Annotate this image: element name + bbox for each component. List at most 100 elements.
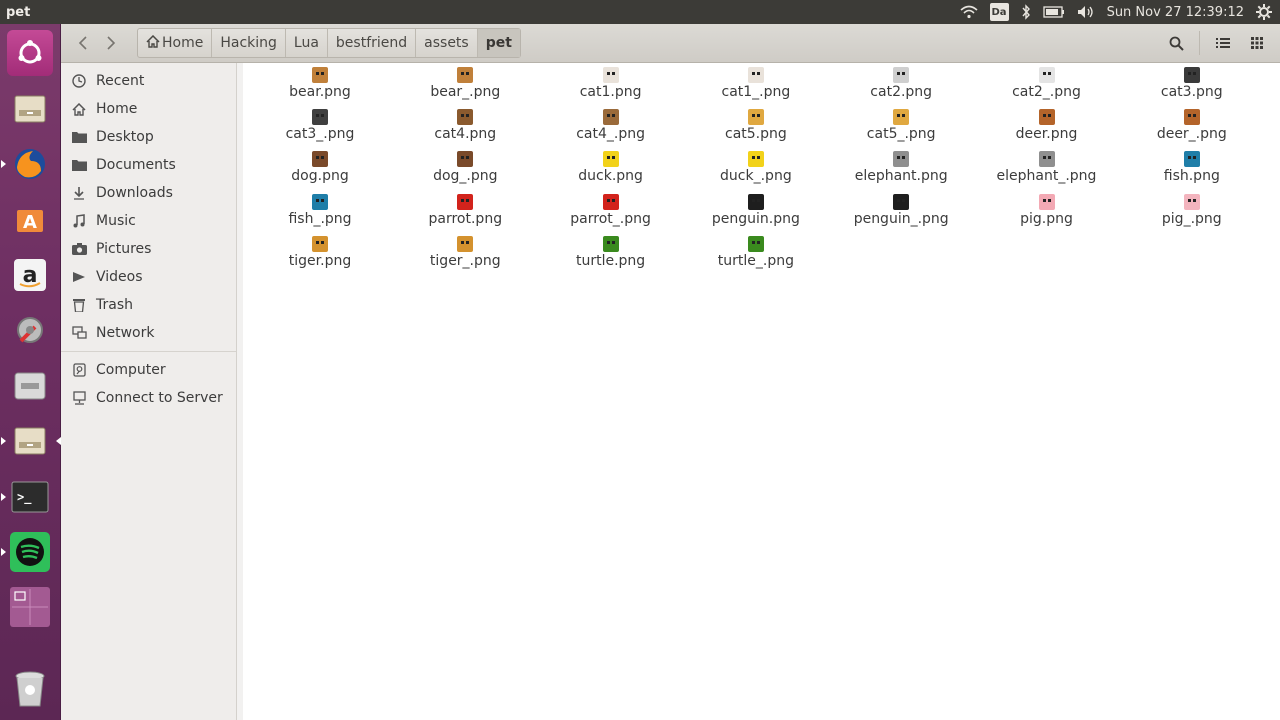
file-item[interactable]: pig.png [977, 193, 1117, 234]
launcher-software-center-button[interactable]: A [5, 194, 55, 244]
file-item[interactable]: deer.png [977, 109, 1117, 149]
file-item[interactable]: cat2.png [831, 67, 971, 107]
file-name: cat2.png [870, 84, 933, 100]
sidebar-item-home[interactable]: Home [61, 95, 236, 123]
file-name: cat3_.png [285, 126, 355, 143]
file-item[interactable]: fish.png [1122, 151, 1262, 191]
sidebar-item-connect-to-server[interactable]: Connect to Server [61, 384, 236, 412]
file-item[interactable]: parrot_.png [541, 193, 681, 234]
launcher-workspace-switcher-button[interactable] [5, 582, 55, 632]
file-item[interactable]: cat2_.png [977, 67, 1117, 107]
system-settings-icon [7, 307, 53, 353]
launcher-files-active-button[interactable] [1, 416, 61, 466]
sidebar-item-label: Computer [96, 362, 166, 378]
toolbar: Home Hacking Lua bestfriend assets pet [61, 24, 1280, 63]
sidebar-item-desktop[interactable]: Desktop [61, 123, 236, 151]
file-item[interactable]: bear.png [250, 67, 390, 107]
clock-indicator[interactable]: Sun Nov 27 12:39:12 [1107, 3, 1244, 21]
breadcrumb-label: assets [424, 35, 469, 51]
file-item[interactable]: penguin.png [686, 193, 826, 234]
keyboard-layout-indicator[interactable]: Da [989, 3, 1009, 21]
image-thumbnail-icon [602, 193, 619, 210]
file-item[interactable]: cat1_.png [686, 67, 826, 107]
launcher-backups-button[interactable] [5, 361, 55, 411]
session-gear-icon[interactable] [1256, 3, 1272, 21]
bluetooth-icon[interactable] [1021, 3, 1031, 21]
launcher-terminal-button[interactable]: >_ [1, 472, 55, 522]
sidebar-item-videos[interactable]: Videos [61, 263, 236, 291]
file-item[interactable]: dog.png [250, 151, 390, 191]
back-button[interactable] [69, 29, 97, 57]
file-item[interactable]: elephant.png [831, 151, 971, 191]
forward-button[interactable] [97, 29, 125, 57]
sidebar-item-network[interactable]: Network [61, 319, 236, 347]
launcher-amazon-button[interactable]: a [5, 250, 55, 300]
launcher-ubuntu-dash-button[interactable] [5, 28, 55, 78]
search-button[interactable] [1161, 29, 1191, 57]
search-icon [1169, 36, 1184, 51]
sidebar-item-downloads[interactable]: Downloads [61, 179, 236, 207]
file-item[interactable]: dog_.png [395, 151, 535, 191]
file-name: cat2_.png [1012, 84, 1081, 100]
image-thumbnail-icon [602, 67, 619, 83]
image-thumbnail-icon [602, 235, 619, 252]
file-item[interactable]: turtle_.png [686, 235, 826, 276]
file-name: parrot_.png [570, 210, 651, 227]
file-item[interactable]: deer_.png [1122, 109, 1262, 149]
file-item[interactable]: tiger_.png [395, 235, 535, 276]
file-name: fish_.png [288, 210, 352, 227]
file-item[interactable]: parrot.png [395, 193, 535, 234]
sidebar-item-pictures[interactable]: Pictures [61, 235, 236, 263]
launcher-system-settings-button[interactable] [5, 305, 55, 355]
file-name: cat4_.png [576, 126, 645, 143]
clock-icon [71, 73, 87, 89]
wifi-icon[interactable] [959, 3, 978, 21]
file-item[interactable]: bear_.png [395, 67, 535, 107]
sidebar-item-music[interactable]: Music [61, 207, 236, 235]
sidebar-item-label: Home [96, 101, 138, 117]
file-item[interactable]: duck.png [541, 151, 681, 191]
sidebar-item-documents[interactable]: Documents [61, 151, 236, 179]
breadcrumb-home[interactable]: Home [138, 29, 213, 57]
file-item[interactable]: fish_.png [250, 193, 390, 234]
launcher-files-button[interactable] [5, 84, 55, 134]
breadcrumb-pet[interactable]: pet [477, 29, 520, 57]
breadcrumb-bestfriend[interactable]: bestfriend [328, 29, 417, 57]
breadcrumb-lua[interactable]: Lua [286, 29, 328, 57]
camera-icon [71, 241, 87, 257]
file-item[interactable]: penguin_.png [831, 193, 971, 234]
launcher-spotify-button[interactable] [1, 527, 55, 577]
file-item[interactable]: cat4_.png [541, 109, 681, 149]
list-view-button[interactable] [1208, 29, 1238, 57]
breadcrumb-label: Home [162, 35, 204, 51]
file-item[interactable]: elephant_.png [977, 151, 1117, 191]
launcher-firefox-button[interactable] [1, 139, 55, 189]
file-item[interactable]: cat1.png [541, 67, 681, 107]
file-item[interactable]: cat4.png [395, 109, 535, 149]
image-thumbnail-icon [602, 151, 619, 168]
breadcrumb-assets[interactable]: assets [416, 29, 478, 57]
image-thumbnail-icon [1038, 151, 1055, 168]
image-thumbnail-icon [457, 109, 474, 126]
grid-view-icon [1251, 37, 1263, 49]
file-item[interactable]: turtle.png [541, 235, 681, 276]
file-name: penguin_.png [853, 210, 949, 227]
sidebar-item-trash[interactable]: Trash [61, 291, 236, 319]
file-item[interactable]: cat3.png [1122, 67, 1262, 107]
file-item[interactable]: cat5_.png [831, 109, 971, 149]
file-item[interactable]: pig_.png [1122, 193, 1262, 234]
image-thumbnail-icon [602, 109, 619, 126]
volume-icon[interactable] [1077, 3, 1095, 21]
sidebar-item-recent[interactable]: Recent [61, 67, 236, 95]
battery-icon[interactable] [1042, 3, 1065, 21]
toolbar-actions [1161, 29, 1280, 57]
file-item[interactable]: cat5.png [686, 109, 826, 149]
launcher-trash-launcher-button[interactable] [5, 664, 55, 714]
breadcrumb-hacking[interactable]: Hacking [212, 29, 286, 57]
file-item[interactable]: cat3_.png [250, 109, 390, 149]
file-item[interactable]: duck_.png [686, 151, 826, 191]
file-name: penguin.png [711, 210, 800, 227]
sidebar-item-computer[interactable]: Computer [61, 356, 236, 384]
grid-view-button[interactable] [1242, 29, 1272, 57]
file-item[interactable]: tiger.png [250, 235, 390, 276]
